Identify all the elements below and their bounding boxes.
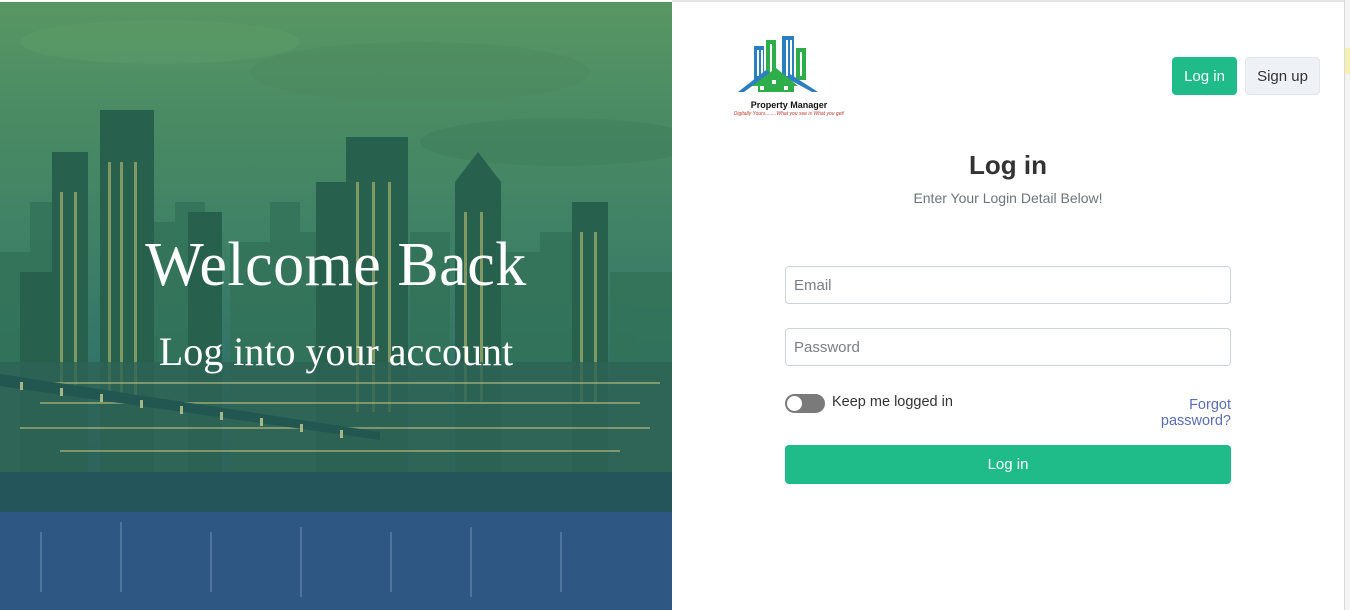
keep-logged-in-label: Keep me logged in (832, 394, 953, 410)
login-submit-button[interactable]: Log in (785, 445, 1231, 484)
hero-title: Welcome Back (145, 231, 527, 299)
form-title: Log in (969, 150, 1047, 180)
form-subtitle: Enter Your Login Detail Below! (913, 190, 1103, 206)
login-panel: Property Manager Digitally Yours........… (672, 2, 1344, 610)
brand-tagline: Digitally Yours........What you see is W… (733, 111, 845, 117)
city-skyline-background (0, 2, 672, 610)
header-signup-button[interactable]: Sign up (1245, 57, 1320, 95)
brand-logo[interactable]: Property Manager Digitally Yours........… (726, 36, 852, 120)
window-scrollbar-edge (1344, 0, 1350, 610)
keep-logged-in-toggle[interactable] (785, 394, 825, 413)
building-logo-icon (738, 36, 818, 92)
toggle-switch-icon (787, 396, 802, 411)
email-field[interactable] (785, 266, 1231, 304)
header-login-button[interactable]: Log in (1172, 57, 1237, 95)
hero-subtitle: Log into your account (158, 329, 514, 374)
edge-marker (1345, 48, 1350, 74)
hero-panel: Welcome Back Log into your account (0, 2, 672, 610)
brand-name: Property Manager (750, 100, 828, 110)
password-field[interactable] (785, 328, 1231, 366)
forgot-password-link[interactable]: Forgot password? (1115, 397, 1231, 429)
